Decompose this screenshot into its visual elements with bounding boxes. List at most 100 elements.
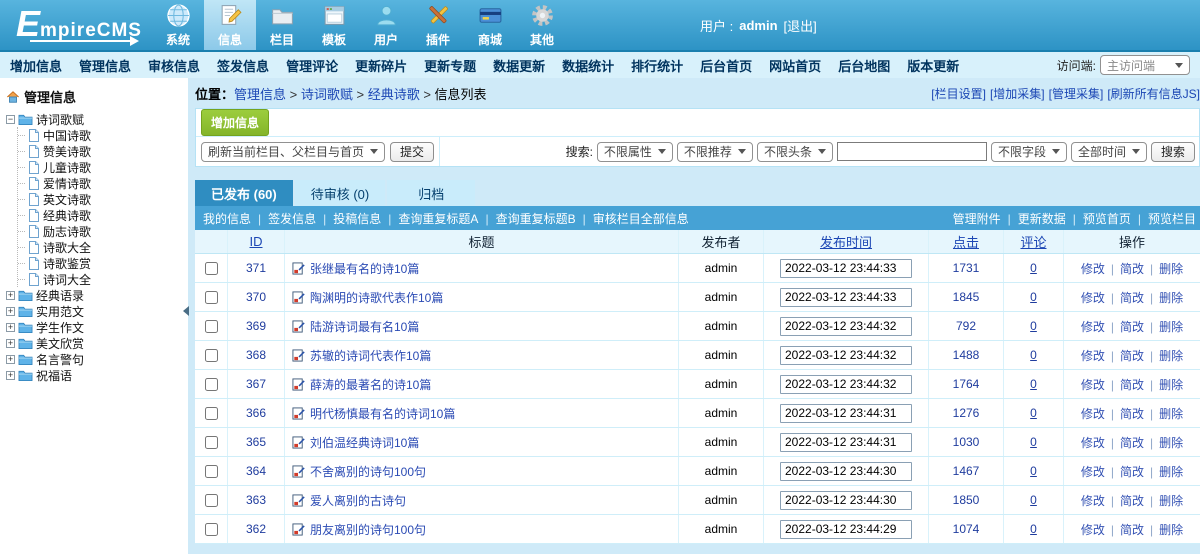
quick-edit-link[interactable]: 简改 [1105, 260, 1144, 277]
attr-filter-select[interactable]: 不限属性 [597, 142, 673, 162]
publish-time-input[interactable] [780, 491, 912, 510]
access-select[interactable]: 主访问端 [1100, 55, 1190, 75]
nav-item-columns[interactable]: 栏目 [256, 0, 308, 50]
tab-archived[interactable]: 归档 [387, 180, 475, 206]
info-title-link[interactable]: 刘伯温经典诗词10篇 [310, 434, 419, 451]
edit-link[interactable]: 修改 [1081, 347, 1105, 364]
info-title-link[interactable]: 朋友离别的诗句100句 [310, 521, 426, 538]
tree-folder-category[interactable]: + 美文欣赏 [6, 335, 188, 351]
breadcrumb-link[interactable]: 管理信息 [234, 84, 301, 103]
row-checkbox[interactable] [205, 262, 218, 275]
tree-leaf-category[interactable]: 励志诗歌 [28, 223, 188, 239]
quick-edit-link[interactable]: 简改 [1105, 289, 1144, 306]
edit-link[interactable]: 修改 [1081, 318, 1105, 335]
logout-link[interactable]: [退出] [784, 16, 817, 35]
publish-time-input[interactable] [780, 433, 912, 452]
action-link[interactable]: [刷新所有信息JS] [1107, 85, 1200, 102]
menu-item[interactable]: 增加信息 [10, 56, 62, 75]
menu-item[interactable]: 更新碎片 [355, 56, 407, 75]
row-checkbox[interactable] [205, 291, 218, 304]
expand-plus-icon[interactable]: + [6, 307, 15, 316]
publish-time-input[interactable] [780, 346, 912, 365]
action-link[interactable]: 投稿信息 [316, 210, 381, 227]
delete-link[interactable]: 删除 [1144, 405, 1183, 422]
action-link[interactable]: 管理附件 [953, 210, 1001, 227]
edit-link[interactable]: 修改 [1081, 463, 1105, 480]
edit-link[interactable]: 修改 [1081, 434, 1105, 451]
row-checkbox[interactable] [205, 407, 218, 420]
delete-link[interactable]: 删除 [1144, 347, 1183, 364]
quick-edit-link[interactable]: 简改 [1105, 405, 1144, 422]
info-title-link[interactable]: 薛涛的最著名的诗10篇 [310, 376, 431, 393]
menu-item[interactable]: 后台地图 [838, 56, 890, 75]
field-filter-select[interactable]: 不限字段 [991, 142, 1067, 162]
comment-count-link[interactable]: 0 [1030, 435, 1037, 449]
recommend-filter-select[interactable]: 不限推荐 [677, 142, 753, 162]
menu-item[interactable]: 审核信息 [148, 56, 200, 75]
tab-published[interactable]: 已发布 (60) [195, 180, 293, 206]
nav-item-info[interactable]: 信息 [204, 0, 256, 50]
delete-link[interactable]: 删除 [1144, 376, 1183, 393]
quick-edit-link[interactable]: 简改 [1105, 376, 1144, 393]
edit-link[interactable]: 修改 [1081, 260, 1105, 277]
edit-link[interactable]: 修改 [1081, 289, 1105, 306]
info-title-link[interactable]: 明代杨慎最有名的诗词10篇 [310, 405, 455, 422]
tree-folder-category[interactable]: + 经典语录 [6, 287, 188, 303]
expand-plus-icon[interactable]: + [6, 323, 15, 332]
edit-link[interactable]: 修改 [1081, 492, 1105, 509]
row-checkbox[interactable] [205, 378, 218, 391]
quick-edit-link[interactable]: 简改 [1105, 463, 1144, 480]
quick-edit-link[interactable]: 简改 [1105, 434, 1144, 451]
menu-item[interactable]: 数据统计 [562, 56, 614, 75]
headline-filter-select[interactable]: 不限头条 [757, 142, 833, 162]
publish-time-input[interactable] [780, 375, 912, 394]
row-checkbox[interactable] [205, 494, 218, 507]
delete-link[interactable]: 删除 [1144, 492, 1183, 509]
publish-time-input[interactable] [780, 404, 912, 423]
tree-folder-category[interactable]: + 实用范文 [6, 303, 188, 319]
info-title-link[interactable]: 陆游诗词最有名10篇 [310, 318, 419, 335]
sort-by-id[interactable]: ID [250, 234, 263, 249]
collapse-minus-icon[interactable]: − [6, 115, 15, 124]
nav-item-other[interactable]: 其他 [516, 0, 568, 50]
comment-count-link[interactable]: 0 [1030, 348, 1037, 362]
logo[interactable]: EmpireCMS [0, 0, 152, 50]
delete-link[interactable]: 删除 [1144, 434, 1183, 451]
delete-link[interactable]: 删除 [1144, 521, 1183, 538]
tree-folder-category[interactable]: + 祝福语 [6, 367, 188, 383]
tree-leaf-category[interactable]: 爱情诗歌 [28, 175, 188, 191]
tree-folder-category[interactable]: + 学生作文 [6, 319, 188, 335]
edit-link[interactable]: 修改 [1081, 521, 1105, 538]
action-link[interactable]: 查询重复标题A [381, 210, 478, 227]
action-link[interactable]: [栏目设置] [931, 85, 986, 102]
row-checkbox[interactable] [205, 465, 218, 478]
action-link[interactable]: 签发信息 [251, 210, 316, 227]
publish-time-input[interactable] [780, 462, 912, 481]
tree-leaf-category[interactable]: 诗歌大全 [28, 239, 188, 255]
row-checkbox[interactable] [205, 349, 218, 362]
comment-count-link[interactable]: 0 [1030, 464, 1037, 478]
quick-edit-link[interactable]: 简改 [1105, 347, 1144, 364]
add-info-button[interactable]: 增加信息 [201, 109, 269, 136]
comment-count-link[interactable]: 0 [1030, 290, 1037, 304]
tree-root-poetry[interactable]: − 诗词歌赋 [6, 111, 188, 127]
sort-by-time[interactable]: 发布时间 [820, 232, 872, 251]
menu-item[interactable]: 签发信息 [217, 56, 269, 75]
info-title-link[interactable]: 爱人离别的古诗句 [310, 492, 406, 509]
row-checkbox[interactable] [205, 523, 218, 536]
action-link[interactable]: 审核栏目全部信息 [576, 210, 689, 227]
menu-item[interactable]: 排行统计 [631, 56, 683, 75]
tree-leaf-category[interactable]: 经典诗歌 [28, 207, 188, 223]
menu-item[interactable]: 版本更新 [907, 56, 959, 75]
tree-leaf-category[interactable]: 英文诗歌 [28, 191, 188, 207]
row-checkbox[interactable] [205, 320, 218, 333]
breadcrumb-link[interactable]: 诗词歌赋 [301, 84, 368, 103]
menu-item[interactable]: 管理评论 [286, 56, 338, 75]
comment-count-link[interactable]: 0 [1030, 261, 1037, 275]
info-title-link[interactable]: 不舍离别的诗句100句 [310, 463, 426, 480]
nav-item-system[interactable]: 系统 [152, 0, 204, 50]
edit-link[interactable]: 修改 [1081, 405, 1105, 422]
comment-count-link[interactable]: 0 [1030, 493, 1037, 507]
search-keyword-input[interactable] [837, 142, 987, 161]
tree-leaf-category[interactable]: 儿童诗歌 [28, 159, 188, 175]
